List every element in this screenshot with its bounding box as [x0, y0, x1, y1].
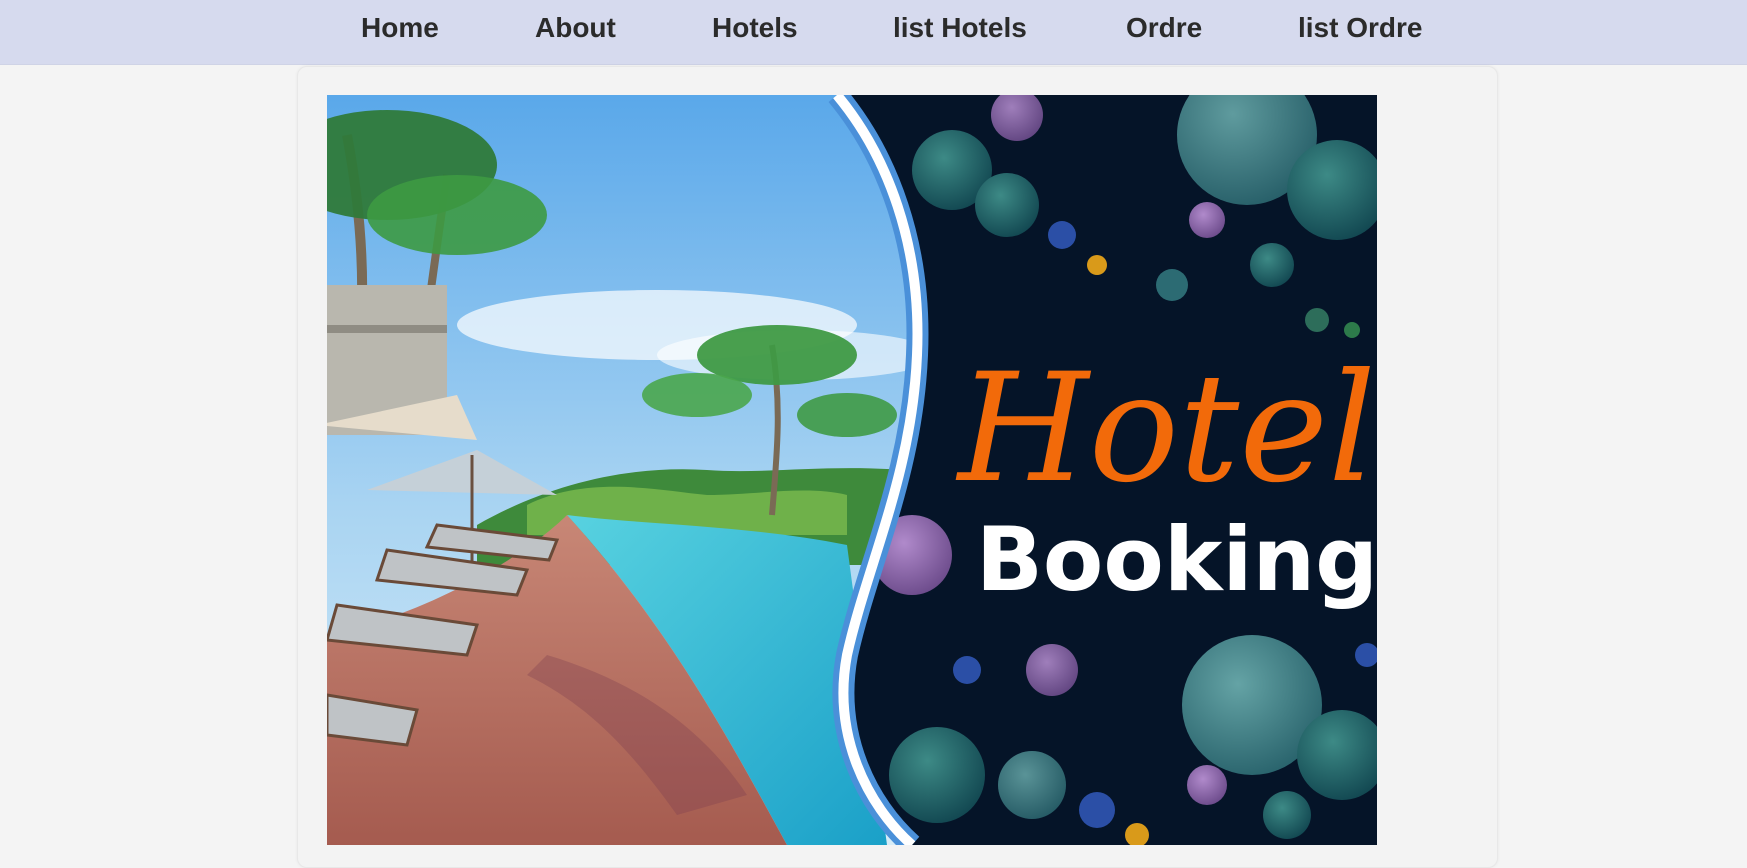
- hotel-booking-hero-image: Hotel Booking: [327, 95, 1377, 845]
- top-navigation-bar: Home About Hotels list Hotels Ordre list…: [0, 0, 1747, 65]
- nav-link-home[interactable]: Home: [361, 10, 439, 46]
- hotel-logo-text: Hotel: [955, 342, 1376, 516]
- nav-link-list-ordre[interactable]: list Ordre: [1298, 10, 1422, 46]
- nav-link-list-hotels[interactable]: list Hotels: [893, 10, 1027, 46]
- nav-link-ordre[interactable]: Ordre: [1126, 10, 1202, 46]
- booking-logo-text: Booking: [976, 508, 1377, 611]
- nav-link-about[interactable]: About: [535, 10, 616, 46]
- nav-link-hotels[interactable]: Hotels: [712, 10, 798, 46]
